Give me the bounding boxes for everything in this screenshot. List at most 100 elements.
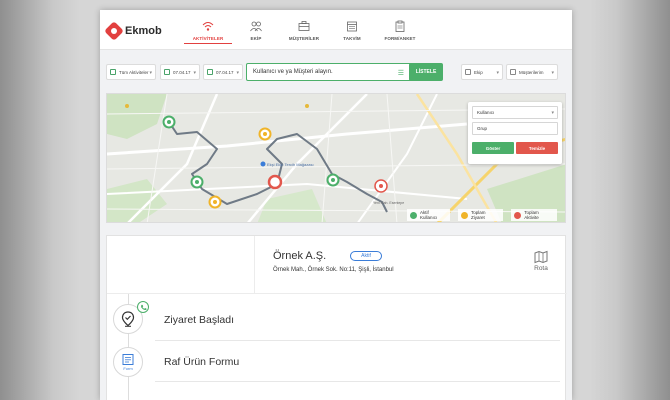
calendar-small-icon — [207, 69, 213, 75]
chevron-down-icon: ▾ — [193, 70, 196, 76]
activity-detail-card: Örnek A.Ş. Aktif Örnek Mah., Örnek Sok. … — [106, 235, 567, 400]
map-route-icon — [534, 250, 548, 264]
legend-label: Aktif Kullanıcı — [419, 210, 438, 220]
nav-item-calendar[interactable]: TAKVİM — [328, 20, 376, 44]
briefcase-icon — [298, 21, 310, 31]
activity-item[interactable]: Form Raf Ürün Formu — [107, 344, 567, 386]
divider — [107, 293, 567, 294]
map-legend: Aktif Kullanıcı Toplam Ziyaret Toplam Ak… — [407, 208, 565, 222]
nav-label-calendar: TAKVİM — [343, 36, 361, 41]
chevron-down-icon: ▾ — [551, 70, 554, 76]
visit-marker[interactable] — [258, 127, 272, 141]
wifi-signal-icon — [202, 22, 214, 31]
activity-type-select[interactable]: Tüm Aktiviteler ▾ — [106, 64, 156, 80]
app-window: Ekmob AKTİVİTELER EKİP MÜŞTERİLER TAKVİM… — [100, 10, 572, 400]
location-check-icon — [121, 311, 135, 327]
activity-marker[interactable] — [267, 174, 283, 190]
activity-icon-circle: Form — [113, 347, 143, 377]
activity-title: Ziyaret Başladı — [164, 314, 235, 326]
team-small-icon — [465, 69, 471, 75]
poi-icon — [125, 104, 129, 108]
customer-select-value: Müşterilerim — [519, 69, 544, 75]
activity-title: Raf Ürün Formu — [164, 356, 240, 368]
clear-button[interactable]: Temizle — [516, 142, 558, 154]
activity-type-value: Tüm Aktiviteler — [119, 69, 149, 75]
legend-dot — [514, 211, 522, 219]
nav-label-customers: MÜŞTERİLER — [288, 36, 320, 41]
map-filter-panel: Kullanıcı ▾ Grup Göster Temizle — [468, 102, 562, 164]
nav-item-activities[interactable]: AKTİVİTELER — [184, 20, 232, 44]
form-icon-caption: Form — [123, 366, 133, 371]
nav-item-form-survey[interactable]: FORM/ANKET — [376, 20, 424, 44]
team-icon — [250, 21, 262, 32]
park-area — [257, 189, 327, 222]
activity-marker[interactable] — [374, 179, 388, 193]
date-start-picker[interactable]: 07.04.17 ▾ — [160, 64, 200, 80]
visit-marker[interactable] — [208, 195, 222, 209]
date-end-picker[interactable]: 07.04.17 ▾ — [203, 64, 243, 80]
divider — [155, 381, 560, 382]
logo-icon — [104, 21, 124, 41]
legend-total-activities: Toplam Aktivite — [511, 209, 558, 221]
list-icon — [110, 69, 116, 75]
clipboard-icon — [395, 20, 405, 32]
divider — [155, 340, 560, 341]
route-label: Rota — [534, 265, 548, 272]
brand-name: Ekmob — [125, 25, 162, 37]
nav-item-team[interactable]: EKİP — [232, 20, 280, 44]
nav-label-team: EKİP — [250, 36, 262, 41]
phone-icon — [137, 301, 149, 313]
brand-logo[interactable]: Ekmob — [104, 21, 162, 41]
group-field[interactable]: Grup — [472, 122, 558, 135]
active-user-marker[interactable] — [162, 115, 176, 129]
legend-dot — [410, 211, 417, 219]
nav-label-activities: AKTİVİTELER — [192, 36, 224, 41]
user-select-value: Kullanıcı — [477, 110, 495, 115]
legend-active-users: Aktif Kullanıcı — [407, 209, 451, 221]
legend-dot — [461, 211, 468, 219]
nav-label-form-survey: FORM/ANKET — [384, 36, 416, 41]
card-left-pane — [107, 236, 255, 293]
user-select[interactable]: Kullanıcı ▾ — [472, 106, 558, 119]
district-label: Yeni Mah. Esentepe — [373, 201, 404, 205]
legend-label: Toplam Ziyaret — [470, 210, 486, 220]
list-button[interactable]: LİSTELE — [409, 63, 443, 81]
filter-icon[interactable]: ☰ — [398, 69, 404, 77]
status-badge: Aktif — [350, 251, 382, 261]
header-bar: Ekmob AKTİVİTELER EKİP MÜŞTERİLER TAKVİM… — [100, 10, 572, 50]
activity-map[interactable]: Ekşi Ekip Tercih Mağazası Yeni Mah. Esen… — [106, 93, 566, 223]
calendar-small-icon — [164, 69, 170, 75]
nav-item-customers[interactable]: MÜŞTERİLER — [280, 20, 328, 44]
briefcase-small-icon — [510, 69, 516, 75]
main-nav: AKTİVİTELER EKİP MÜŞTERİLER TAKVİM FORM/… — [184, 20, 424, 44]
chevron-down-icon: ▾ — [496, 70, 499, 76]
date-start-value: 07.04.17 — [173, 69, 191, 75]
poi-icon — [305, 104, 309, 108]
activity-item[interactable]: Ziyaret Başladı — [107, 299, 567, 341]
active-user-marker[interactable] — [326, 173, 340, 187]
poi-label: Ekşi Ekip Tercih Mağazası — [267, 162, 314, 167]
calendar-icon — [347, 21, 357, 32]
chevron-down-icon: ▾ — [551, 110, 554, 116]
team-select-value: Ekip — [474, 69, 483, 75]
filter-toolbar: Tüm Aktiviteler ▾ 07.04.17 ▾ 07.04.17 ▾ … — [106, 63, 566, 83]
route-button[interactable]: Rota — [534, 250, 548, 272]
team-select[interactable]: Ekip ▾ — [461, 64, 503, 80]
customer-name[interactable]: Örnek A.Ş. — [273, 250, 326, 262]
legend-label: Toplam Aktivite — [524, 210, 539, 220]
customer-select[interactable]: Müşterilerim ▾ — [506, 64, 558, 80]
map-panel-actions: Göster Temizle — [472, 142, 558, 154]
chevron-down-icon: ▾ — [236, 70, 239, 76]
chevron-down-icon: ▾ — [149, 70, 152, 76]
show-button[interactable]: Göster — [472, 142, 514, 154]
customer-address: Örnek Mah., Örnek Sok. No:11, Şişli, İst… — [273, 267, 394, 273]
legend-total-visits: Toplam Ziyaret — [458, 209, 504, 221]
group-field-value: Grup — [477, 126, 488, 131]
park-area — [107, 94, 167, 139]
active-user-marker[interactable] — [190, 175, 204, 189]
form-icon: Form — [122, 354, 134, 371]
date-end-value: 07.04.17 — [216, 69, 234, 75]
park-area — [107, 179, 167, 222]
poi-icon — [260, 161, 266, 167]
search-input-value: Kullanıcı ve ya Müşteri alayın. — [253, 69, 333, 75]
